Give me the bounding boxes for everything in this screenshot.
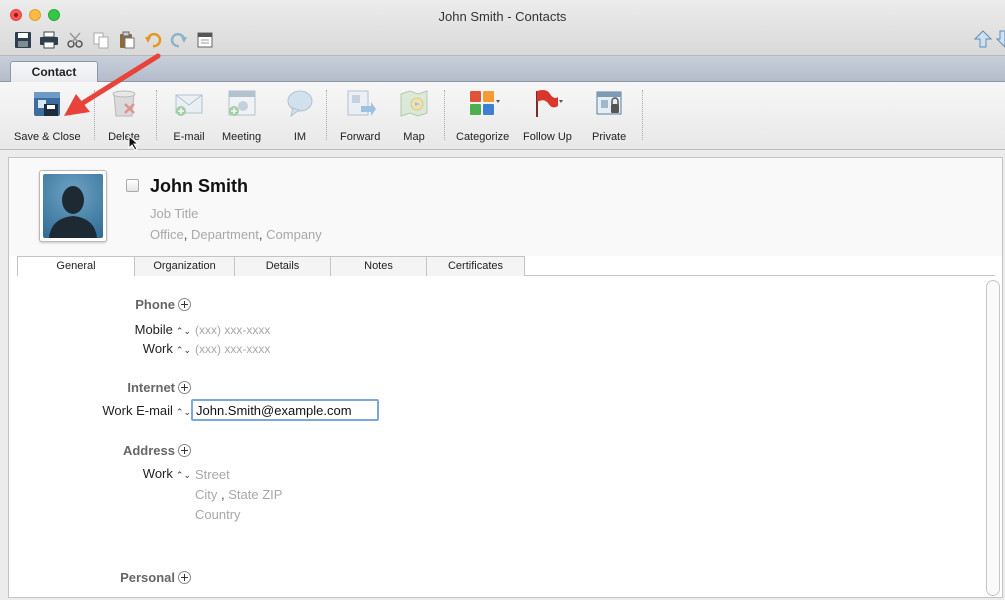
forward-button[interactable]: Forward (340, 86, 380, 146)
ribbon-separator (94, 90, 95, 140)
calendar-icon (228, 90, 256, 116)
city-state-zip-line: City , State ZIP (195, 487, 283, 502)
contact-header: John Smith Job Title Office, Department,… (9, 158, 1002, 256)
job-title-field[interactable]: Job Title (150, 206, 198, 221)
internet-section-label: Internet (79, 380, 191, 395)
save-close-button[interactable]: Save & Close (14, 86, 81, 146)
contact-name[interactable]: John Smith (150, 176, 248, 197)
ribbon: Save & Close Delete E-mail Meeting IM Fo… (0, 82, 1005, 150)
map-icon (400, 90, 428, 117)
follow-up-button[interactable]: Follow Up (523, 86, 572, 146)
tab-general[interactable]: General (17, 256, 135, 276)
save-icon[interactable] (12, 30, 34, 50)
add-internet-icon[interactable] (178, 381, 191, 394)
organization-line: Office, Department, Company (150, 227, 322, 242)
mouse-cursor-icon (128, 135, 140, 151)
undo-icon[interactable] (142, 30, 164, 50)
contact-form-panel: John Smith Job Title Office, Department,… (8, 157, 1003, 598)
categorize-icon (469, 91, 500, 115)
meeting-button[interactable]: Meeting (222, 86, 261, 146)
tab-details[interactable]: Details (235, 256, 331, 276)
chevron-updown-icon: ⌃⌄ (175, 345, 191, 355)
chevron-updown-icon: ⌃⌄ (175, 326, 191, 336)
email-icon (175, 94, 203, 116)
save-close-icon (34, 92, 61, 116)
title-bar: John Smith - Contacts (0, 0, 1005, 56)
work-email-input[interactable] (191, 399, 379, 421)
personal-section-label: Personal (79, 570, 191, 585)
ribbon-separator (642, 90, 643, 140)
mobile-phone-field[interactable]: (xxx) xxx-xxxx (195, 323, 270, 337)
country-field[interactable]: Country (195, 507, 241, 522)
city-field[interactable]: City (195, 487, 217, 502)
tab-organization[interactable]: Organization (135, 256, 235, 276)
email-button[interactable]: E-mail (172, 86, 206, 146)
map-button[interactable]: Map (397, 86, 431, 146)
next-item-icon[interactable] (995, 30, 1005, 51)
phone-section-label: Phone (99, 297, 191, 312)
forward-icon (347, 90, 377, 116)
quick-access-toolbar (12, 29, 216, 51)
office-field[interactable]: Office (150, 227, 184, 242)
work-address-label[interactable]: Work ⌃⌄ (69, 466, 191, 481)
vertical-scrollbar[interactable] (986, 280, 1000, 596)
company-field[interactable]: Company (266, 227, 322, 242)
previous-item-icon[interactable] (973, 30, 993, 51)
work-email-label[interactable]: Work E-mail ⌃⌄ (49, 403, 191, 418)
private-button[interactable]: Private (592, 86, 626, 146)
chat-bubble-icon (287, 90, 313, 118)
print-icon[interactable] (38, 30, 60, 50)
address-section-label: Address (79, 443, 191, 458)
mobile-label[interactable]: Mobile ⌃⌄ (69, 322, 191, 337)
private-icon (596, 91, 622, 115)
window-title: John Smith - Contacts (438, 9, 567, 24)
tab-certificates[interactable]: Certificates (427, 256, 525, 276)
categorize-button[interactable]: Categorize (456, 86, 509, 146)
ribbon-tab-strip: Contact (0, 56, 1005, 83)
contact-checkbox[interactable] (126, 179, 139, 192)
add-phone-icon[interactable] (178, 298, 191, 311)
street-field[interactable]: Street (195, 467, 230, 482)
work-phone-field[interactable]: (xxx) xxx-xxxx (195, 342, 270, 356)
department-field[interactable]: Department (191, 227, 259, 242)
redo-icon[interactable] (168, 30, 190, 50)
avatar[interactable] (39, 170, 107, 242)
add-address-icon[interactable] (178, 444, 191, 457)
ribbon-separator (156, 90, 157, 140)
paste-icon[interactable] (116, 30, 138, 50)
ribbon-separator (326, 90, 327, 140)
tab-notes[interactable]: Notes (331, 256, 427, 276)
form-tabs: General Organization Details Notes Certi… (17, 256, 995, 276)
tab-contact[interactable]: Contact (10, 61, 98, 83)
item-navigation (973, 30, 1005, 51)
add-personal-icon[interactable] (178, 571, 191, 584)
state-zip-field[interactable]: State ZIP (228, 487, 282, 502)
copy-icon[interactable] (90, 30, 112, 50)
person-silhouette-icon (49, 186, 97, 238)
chevron-updown-icon: ⌃⌄ (175, 407, 191, 417)
calendar-small-icon[interactable] (194, 30, 216, 50)
work-phone-label[interactable]: Work ⌃⌄ (69, 341, 191, 356)
trash-icon (112, 90, 136, 117)
chevron-updown-icon: ⌃⌄ (175, 470, 191, 480)
cut-icon[interactable] (64, 30, 86, 50)
im-button[interactable]: IM (283, 86, 317, 146)
ribbon-separator (444, 90, 445, 140)
flag-icon (536, 90, 564, 117)
